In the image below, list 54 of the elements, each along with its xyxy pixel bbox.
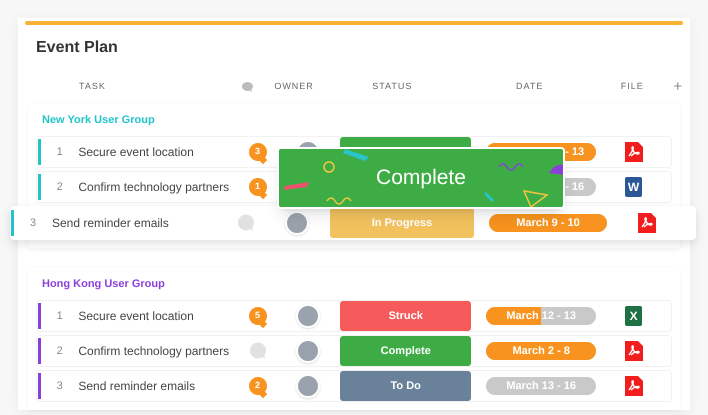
row-number: 1: [56, 144, 64, 160]
task-name[interactable]: Secure event location: [78, 307, 240, 325]
confetti-streak-icon: [549, 164, 563, 175]
date-text: - 13: [565, 144, 584, 160]
confetti-squiggle-icon: [498, 163, 524, 171]
column-header[interactable]: DATE: [461, 80, 598, 94]
comment-icon: [242, 82, 253, 92]
pdf-file-icon[interactable]: [638, 213, 656, 233]
row-number: 1: [56, 308, 64, 324]
avatar[interactable]: [285, 211, 309, 235]
date-text: March 2 - 8: [512, 344, 570, 359]
confetti-ring-icon: [323, 161, 335, 173]
add-column-button[interactable]: +: [666, 76, 690, 98]
row-number: 2: [56, 180, 64, 195]
group-color-bar: [11, 210, 14, 236]
group-color-bar: [38, 338, 41, 364]
excel-file-icon[interactable]: X: [625, 306, 642, 326]
confetti-squiggle-icon: [326, 197, 352, 205]
group-color-bar: [38, 303, 41, 329]
board-title: Event Plan: [36, 38, 119, 58]
avatar[interactable]: [296, 339, 320, 363]
confetti-streak-icon: [343, 149, 369, 161]
word-file-icon[interactable]: W: [625, 177, 642, 197]
task-name[interactable]: Confirm technology partners: [78, 342, 240, 360]
status-cell[interactable]: To Do: [340, 371, 472, 401]
group-color-bar: [38, 139, 41, 165]
group-color-bar: [38, 373, 41, 399]
dragged-task-row[interactable]: 3 Send reminder emails In Progress March 9 - 10: [10, 206, 696, 240]
column-header[interactable]: OWNER: [264, 80, 324, 94]
group-color-bar: [38, 174, 41, 200]
task-name[interactable]: Secure event location: [78, 143, 240, 161]
row-number: 3: [56, 378, 64, 394]
row-number: 3: [28, 216, 38, 231]
group-title[interactable]: Hong Kong User Group: [42, 276, 165, 292]
pdf-file-icon[interactable]: [624, 376, 643, 396]
confetti-streak-icon: [484, 192, 494, 202]
column-header[interactable]: FILE: [598, 80, 667, 94]
task-name[interactable]: Send reminder emails: [78, 377, 240, 395]
task-row[interactable]: 2 Confirm technology partners Complete March 2 - 8: [36, 335, 672, 367]
column-header[interactable]: TASK: [36, 80, 230, 94]
confetti-streak-icon: [283, 182, 309, 190]
drag-preview-label: Complete: [376, 165, 466, 192]
column-header[interactable]: STATUS: [323, 80, 462, 94]
avatar[interactable]: [296, 374, 320, 398]
row-number: 2: [56, 344, 64, 359]
confetti-triangle-icon: [522, 190, 549, 207]
date-text: March 9 - 10: [516, 216, 580, 231]
status-cell[interactable]: Struck: [340, 301, 472, 331]
pdf-file-icon[interactable]: [624, 142, 643, 162]
task-name[interactable]: Send reminder emails: [52, 214, 228, 232]
pdf-file-icon[interactable]: [624, 341, 643, 361]
status-cell[interactable]: Complete: [340, 336, 472, 366]
task-name[interactable]: Confirm technology partners: [78, 178, 240, 196]
avatar[interactable]: [296, 304, 320, 328]
